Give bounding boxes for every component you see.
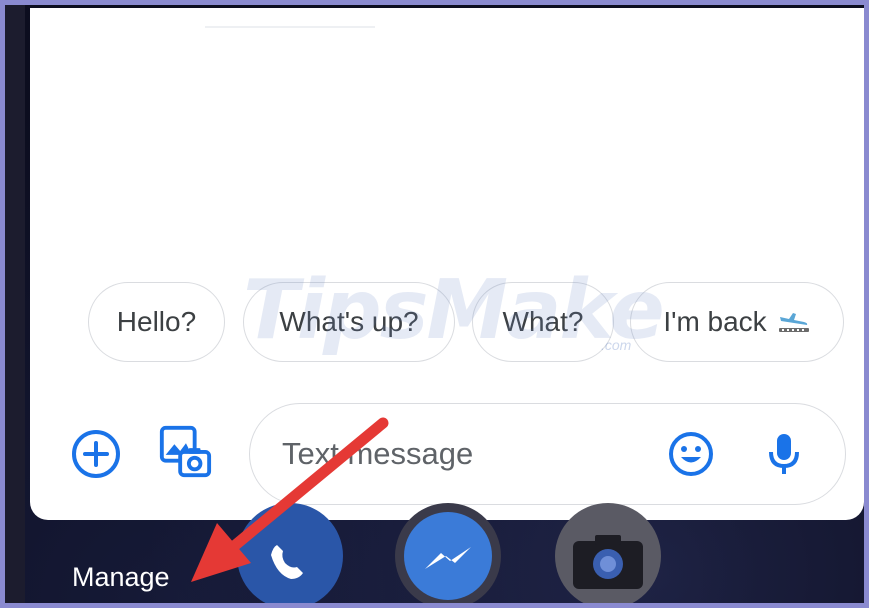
screenshot-frame: Hello? What's up? What? I'm back Text me… <box>0 0 869 608</box>
annotation-arrow <box>191 417 389 582</box>
